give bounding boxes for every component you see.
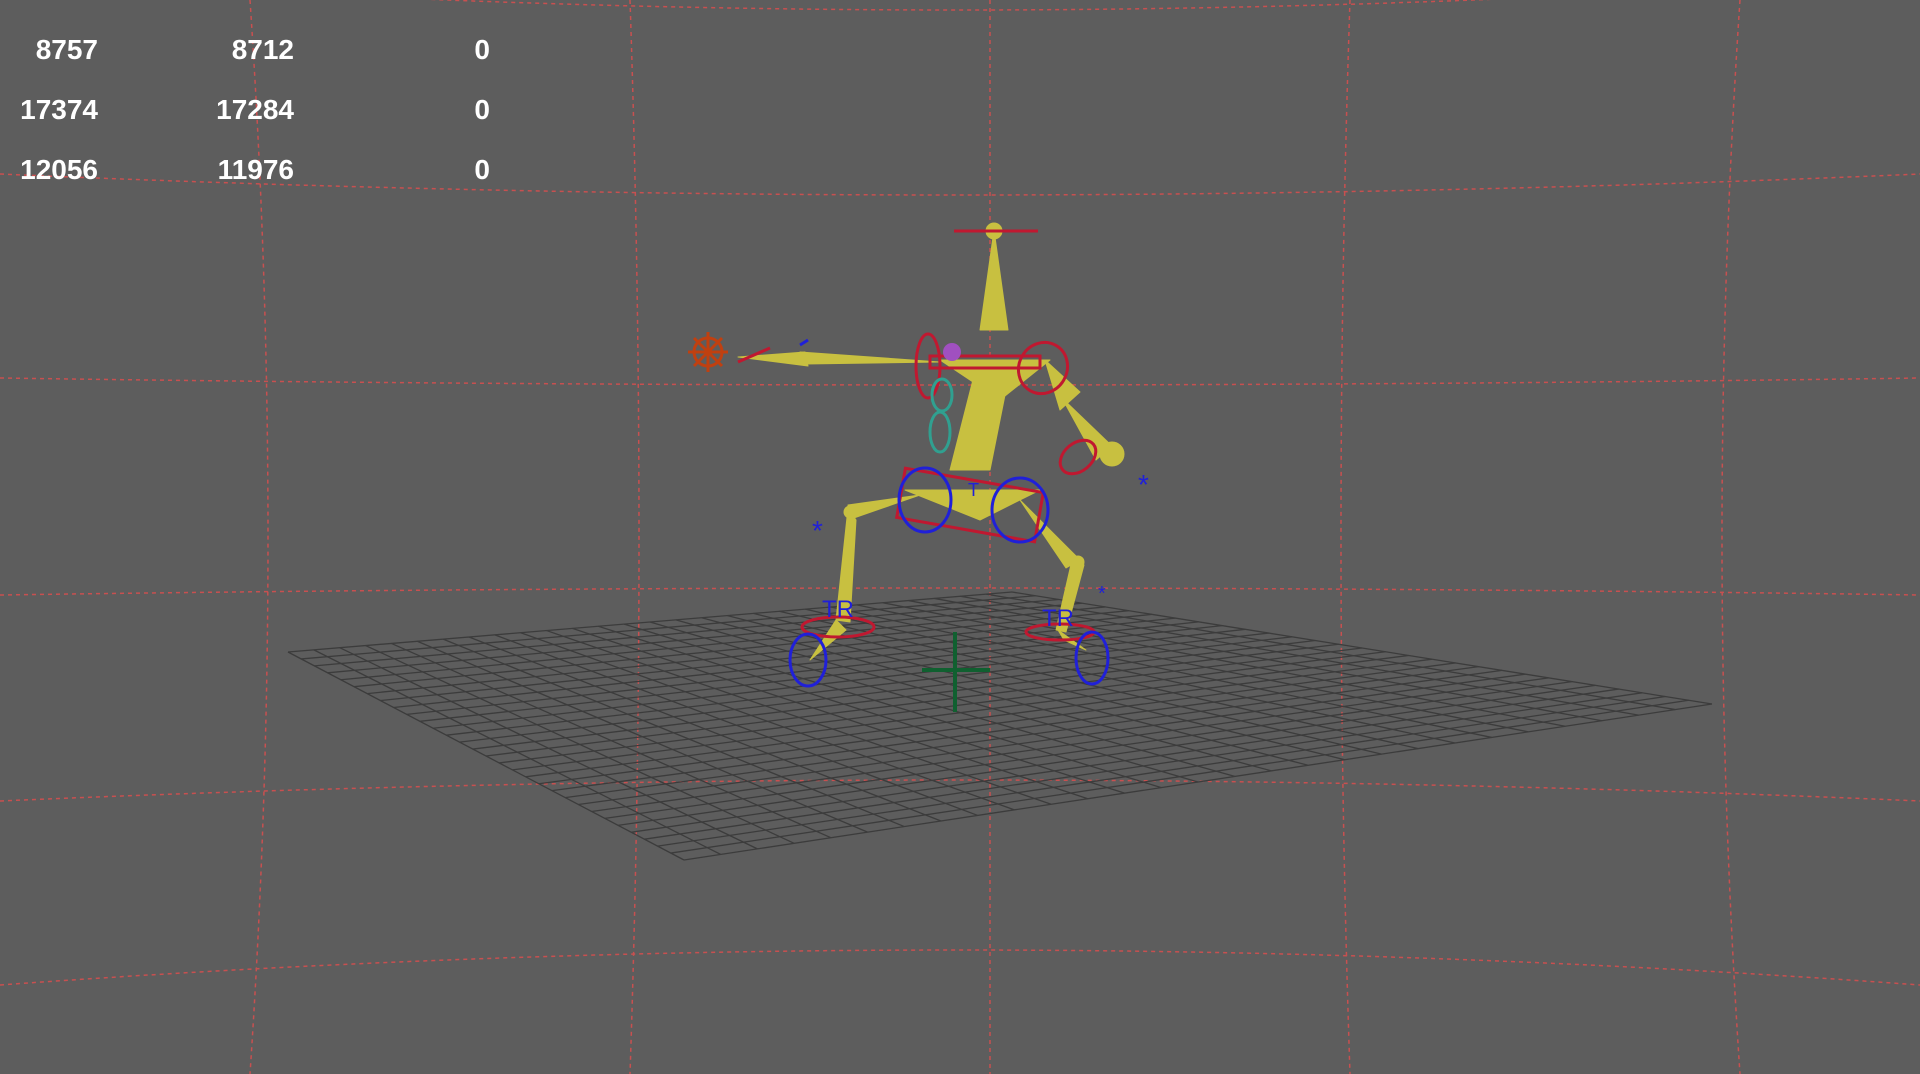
left-hand-pole-icon[interactable] (799, 338, 809, 347)
pole-marker-right-knee: * (1098, 583, 1106, 605)
spine-control-lower[interactable] (928, 410, 952, 454)
pole-marker-left-knee: * (812, 515, 823, 546)
hud-value: 12056 (20, 154, 98, 185)
hud-value: 0 (474, 154, 490, 185)
neck-bone[interactable] (979, 229, 1009, 331)
chest-bone[interactable] (939, 359, 1051, 401)
hud-value: 0 (474, 34, 490, 65)
left-upper-arm-bone[interactable] (799, 351, 941, 365)
left-foot-tag: TR (822, 596, 854, 623)
world-origin-icon (922, 632, 990, 712)
ground-grid-line (670, 699, 1689, 854)
ground-grid-line (604, 680, 1573, 820)
effector-icon[interactable] (688, 332, 728, 372)
3d-viewport[interactable]: TR TR T * * * 8757 8712 0 17374 17284 0 … (0, 0, 1920, 1074)
left-shoulder-control[interactable] (914, 332, 942, 400)
grid-line (0, 377, 1920, 386)
ground-grid-line (591, 677, 1549, 813)
grid-line (1340, 0, 1351, 1074)
hud-value: 0 (474, 94, 490, 125)
spine-controls[interactable] (928, 377, 954, 454)
neck-control-icon[interactable] (943, 343, 961, 361)
hud-value: 8757 (35, 34, 98, 65)
pole-marker-right-hand: * (1138, 469, 1149, 500)
grid-line (0, 587, 1920, 596)
grid-line (1721, 0, 1741, 1074)
ground-grid-line (551, 666, 1479, 792)
ground-grid-line (538, 662, 1456, 785)
ground-grid-line (657, 695, 1666, 847)
hud-value: 17284 (216, 94, 294, 125)
fk-controls[interactable] (737, 229, 1102, 642)
right-thigh-bone[interactable] (1019, 499, 1081, 569)
right-foot-tag: TR (1042, 605, 1074, 632)
knee-joint-right[interactable] (1071, 555, 1085, 569)
ground-grid-line (327, 602, 1083, 674)
knee-joint-left[interactable] (843, 505, 857, 519)
hud-value: 8712 (231, 34, 294, 65)
hud-value: 17374 (20, 94, 98, 125)
left-thigh-bone[interactable] (847, 494, 921, 521)
hip-tag: T (968, 480, 979, 500)
grid-line (428, 0, 1492, 11)
grid-line (0, 949, 1920, 986)
character-rig[interactable]: TR TR T * * * (688, 222, 1149, 688)
grid-line (629, 0, 640, 1074)
hud-row: 8757 8712 0 (0, 30, 520, 70)
right-hand-joint[interactable] (1099, 441, 1125, 467)
ground-plane-grid (287, 591, 1713, 861)
ground-grid-line (485, 647, 1363, 757)
hud-value: 11976 (217, 154, 294, 185)
hud-row: 17374 17284 0 (0, 90, 520, 130)
hud-row: 12056 11976 0 (0, 150, 520, 190)
